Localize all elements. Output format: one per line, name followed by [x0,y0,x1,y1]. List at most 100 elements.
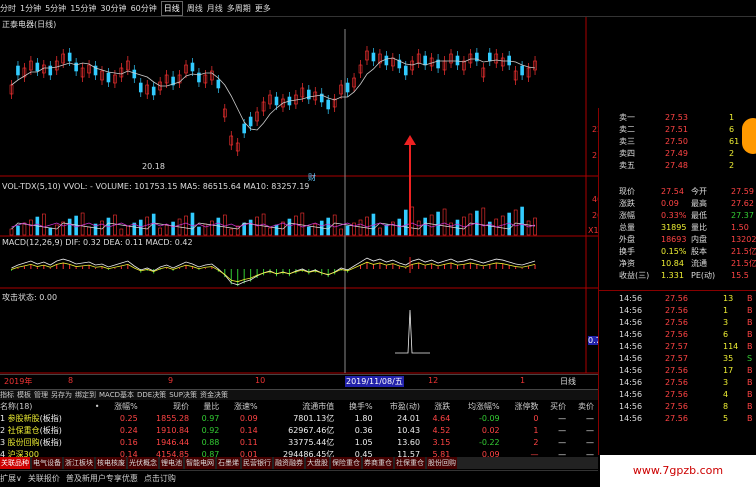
column-header[interactable]: 换手% [338,401,376,413]
stat-row-cell: 现价 [619,187,635,196]
cell-buy: — [558,426,567,435]
indicator-tab-5[interactable]: MACD基本 [99,390,134,401]
sector-tag-12[interactable]: 券商重仓 [363,457,393,469]
volume-bar [513,209,518,236]
indicator-tab-0[interactable]: 指标 [0,390,14,401]
column-header[interactable]: 名称(18) [0,401,91,413]
indicator-tab-2[interactable]: 管理 [34,390,48,401]
table-row[interactable]: 3 股份回购(板指) 0.16 1946.44 0.88 0.11 33775.44亿 1.… [0,437,598,449]
sector-tag-4[interactable]: 光伏概念 [128,457,158,469]
sector-tag-11[interactable]: 保险重仓 [331,457,361,469]
indicator-tab-4[interactable]: 绑定到 [75,390,96,401]
indicator-tab-6[interactable]: DDE决策 [137,390,166,401]
sector-tag-9[interactable]: 融资融券 [274,457,304,469]
column-header[interactable]: 均涨幅% [454,401,503,413]
indicator-tab-1[interactable]: 模板 [17,390,31,401]
bottom-item-1[interactable]: 关联报价 [28,471,60,487]
volume-bar [80,212,85,236]
column-header[interactable]: 涨停数 [504,401,543,413]
sector-tag-13[interactable]: 社保重仓 [395,457,425,469]
column-header[interactable]: 买价 [542,401,570,413]
tick-row-cell: S [747,354,753,363]
sector-tag-0[interactable]: 关联品种 [0,457,30,469]
sector-tag-5[interactable]: 锂电池 [160,457,183,469]
kline-chart[interactable] [0,17,598,389]
stat-row-cell: 0.33% [661,211,687,220]
sector-tag-2[interactable]: 浙江板块 [64,457,94,469]
period-toolbar: 分时 1分钟 5分钟 15分钟 30分钟 60分钟 日线 周线 月线 多周期 更多 [0,0,756,17]
volume-bar [287,218,292,236]
bottom-bar: 扩展∨ 关联报价 普及新用户专享优惠 点击订购 [0,470,598,487]
column-header[interactable]: 卖价 [570,401,598,413]
stat-row-cell: 外盘 [619,235,635,244]
volume-bar [151,213,156,236]
stat-row-cell: 10.84 [661,259,684,268]
period-button-6[interactable]: 日线 [160,1,183,16]
stat-row-cell: 21.5亿 [731,259,756,268]
tick-row-cell: B [747,318,753,327]
candle [190,62,195,72]
cell-ratio: 0.97 [201,414,220,423]
period-button-4[interactable]: 30分钟 [100,0,126,17]
cell-diff: 4.52 [432,426,451,435]
tick-row-cell: 14:56 [619,294,643,303]
column-header[interactable]: 市盈(动) [377,401,424,413]
period-button-0[interactable]: 分时 [0,0,16,17]
related-sector-bar: 关联品种 电气设备 浙江板块 核电核废 光伏概念 锂电池 智能电网 石墨烯 民营银行 融资融券 大盘… [0,457,598,469]
low-price-label: 20.18 [142,162,165,171]
column-header[interactable]: 现价 [142,401,193,413]
tick-row-cell: 27.57 [665,342,688,351]
period-button-5[interactable]: 60分钟 [131,0,157,17]
indicator-tab-8[interactable]: 资金决策 [200,390,228,401]
column-header[interactable]: 流通市值 [262,401,339,413]
row-name[interactable]: 1 参股新股(板指) [0,413,91,425]
sector-table: 名称(18) • 涨幅% 现价 量比 涨速% 流通市值 换手% 市盈(动) 涨跌 均涨幅% 涨停数 买价… [0,401,598,461]
sector-tag-7[interactable]: 石墨烯 [217,457,240,469]
bottom-item-3[interactable]: 点击订购 [144,471,176,487]
period-button-7[interactable]: 周线 [187,0,203,17]
period-button-2[interactable]: 5分钟 [45,0,66,17]
tick-row-cell: 3 [723,378,729,387]
period-button-3[interactable]: 15分钟 [70,0,96,17]
column-header[interactable]: 涨速% [223,401,261,413]
bottom-item-0[interactable]: 扩展∨ [0,471,22,487]
row-name[interactable]: 2 社保重仓(板指) [0,425,91,437]
tick-row: 14:56 27.56 4 B [619,389,755,401]
volume-bar [222,214,227,236]
cell-sell: — [586,414,594,423]
period-button-9[interactable]: 多周期 [227,0,251,17]
period-button-10[interactable]: 更多 [255,0,271,17]
volume-bar [158,227,162,236]
candle [274,96,279,106]
column-header[interactable]: 涨跌 [424,401,454,413]
indicator-tab-7[interactable]: SUP决策 [169,390,197,401]
vol-header: VOL-TDX(5,10) VVOL: - VOLUME: 101753.15 … [2,182,310,191]
cell-speed: 0.11 [239,438,258,447]
sector-tag-8[interactable]: 民营银行 [242,457,272,469]
sector-tag-14[interactable]: 股份回购 [427,457,457,469]
tick-row: 14:56 27.56 3 B [619,317,755,329]
stat-row: 涨幅 0.33% 最低 27.37 [619,210,755,222]
sector-tag-3[interactable]: 核电核废 [96,457,126,469]
column-header[interactable]: 涨幅% [103,401,141,413]
table-row[interactable]: 2 社保重仓(板指) 0.24 1910.84 0.92 0.14 62967.46亿 0.… [0,425,598,437]
bottom-item-2[interactable]: 普及新用户专享优惠 [66,471,138,487]
sector-tag-1[interactable]: 电气设备 [32,457,62,469]
sector-tag-10[interactable]: 大盘股 [306,457,329,469]
row-name[interactable]: 3 股份回购(板指) [0,437,91,449]
column-header[interactable]: 量比 [193,401,223,413]
period-button-1[interactable]: 1分钟 [20,0,41,17]
sector-tag-6[interactable]: 智能电网 [185,457,215,469]
ask-row-cell: 27.48 [665,161,688,170]
ask-row-cell: 卖四 [619,149,635,158]
volume-bar [126,225,130,236]
cell-buy: — [558,414,567,423]
tick-row-cell: B [747,390,753,399]
column-header[interactable]: • [91,401,103,413]
table-row[interactable]: 1 参股新股(板指) 0.25 1855.28 0.97 0.09 7801.13亿 1.8… [0,413,598,425]
volume-bar [313,223,318,236]
tick-row-cell: 14:56 [619,342,643,351]
period-button-8[interactable]: 月线 [207,0,223,17]
indicator-tab-3[interactable]: 另存为 [51,390,72,401]
tick-row-cell: B [747,366,753,375]
